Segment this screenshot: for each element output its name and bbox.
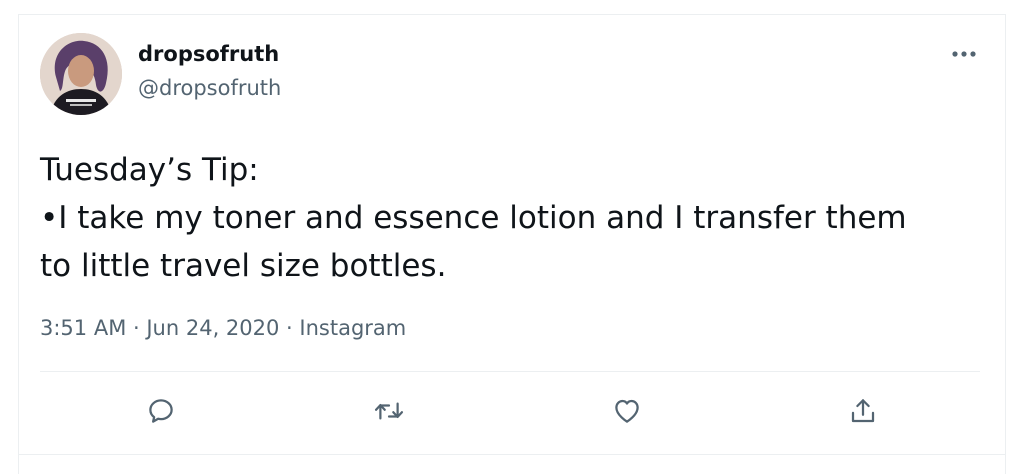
meta-separator: · bbox=[279, 316, 300, 340]
tweet-source[interactable]: Instagram bbox=[299, 316, 406, 340]
tweet-meta: 3:51 AM · Jun 24, 2020 · Instagram bbox=[40, 316, 406, 340]
avatar[interactable] bbox=[40, 33, 122, 115]
more-horizontal-icon bbox=[952, 51, 976, 57]
tweet-text-line: to little travel size bottles. bbox=[40, 248, 447, 284]
retweet-button[interactable] bbox=[372, 394, 406, 428]
tweet-text-line: Tuesday’s Tip: bbox=[40, 152, 259, 188]
share-icon bbox=[851, 399, 875, 423]
reply-button[interactable] bbox=[144, 394, 178, 428]
card-bottom-border bbox=[18, 454, 1006, 455]
more-options-button[interactable] bbox=[948, 40, 980, 68]
user-handle[interactable]: @dropsofruth bbox=[138, 76, 281, 100]
tweet-text-line: •I take my toner and essence lotion and … bbox=[40, 200, 907, 236]
heart-icon bbox=[615, 399, 639, 423]
tweet-time[interactable]: 3:51 AM bbox=[40, 316, 126, 340]
display-name[interactable]: dropsofruth bbox=[138, 42, 279, 66]
retweet-icon bbox=[374, 402, 404, 420]
avatar-image bbox=[40, 33, 122, 115]
reply-icon bbox=[149, 399, 173, 423]
tweet-date[interactable]: Jun 24, 2020 bbox=[146, 316, 279, 340]
meta-separator: · bbox=[126, 316, 147, 340]
share-button[interactable] bbox=[846, 394, 880, 428]
like-button[interactable] bbox=[610, 394, 644, 428]
tweet-text: Tuesday’s Tip: •I take my toner and esse… bbox=[40, 146, 990, 290]
divider bbox=[40, 371, 980, 372]
